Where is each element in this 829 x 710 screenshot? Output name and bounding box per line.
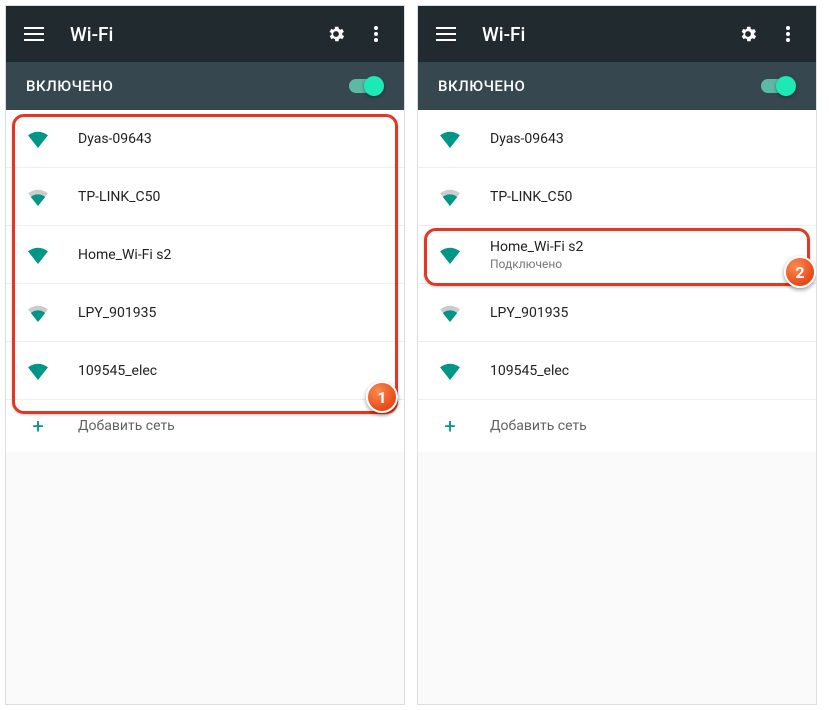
- add-network-label: Добавить сеть: [78, 418, 175, 434]
- wifi-signal-icon: [26, 130, 50, 148]
- network-name: 109545_elec: [490, 363, 569, 379]
- menu-icon[interactable]: [14, 14, 54, 54]
- network-item[interactable]: Dyas-09643: [418, 110, 816, 168]
- network-item[interactable]: 109545_elec: [418, 342, 816, 400]
- wifi-switch[interactable]: [760, 76, 796, 96]
- network-name: LPY_901935: [490, 305, 568, 321]
- add-network-item[interactable]: + Добавить сеть: [6, 400, 404, 452]
- more-icon[interactable]: [768, 14, 808, 54]
- network-name: TP-LINK_C50: [490, 189, 572, 205]
- wifi-signal-icon: [26, 246, 50, 264]
- plus-icon: +: [438, 414, 462, 438]
- wifi-switch[interactable]: [348, 76, 384, 96]
- appbar: Wi-Fi: [418, 6, 816, 62]
- network-list: Dyas-09643 TP-LINK_C50 Home_Wi-Fi s2 LPY…: [6, 110, 404, 452]
- network-status: Подключено: [490, 257, 583, 271]
- toggle-label: ВКЛЮЧЕНО: [26, 77, 348, 95]
- menu-icon[interactable]: [426, 14, 466, 54]
- appbar-title: Wi-Fi: [466, 23, 728, 46]
- network-item[interactable]: 109545_elec: [6, 342, 404, 400]
- gear-icon[interactable]: [728, 14, 768, 54]
- network-list: Dyas-09643 TP-LINK_C50 Home_Wi-Fi s2 Под…: [418, 110, 816, 452]
- wifi-signal-icon: [26, 188, 50, 206]
- more-icon[interactable]: [356, 14, 396, 54]
- appbar-title: Wi-Fi: [54, 23, 316, 46]
- network-item[interactable]: Dyas-09643: [6, 110, 404, 168]
- network-item[interactable]: TP-LINK_C50: [418, 168, 816, 226]
- wifi-signal-icon: [438, 362, 462, 380]
- wifi-signal-icon: [26, 304, 50, 322]
- network-name: Home_Wi-Fi s2: [78, 247, 171, 263]
- network-name: LPY_901935: [78, 305, 156, 321]
- wifi-toggle-row[interactable]: ВКЛЮЧЕНО: [6, 62, 404, 110]
- wifi-signal-icon: [438, 130, 462, 148]
- add-network-item[interactable]: + Добавить сеть: [418, 400, 816, 452]
- wifi-signal-icon: [26, 362, 50, 380]
- plus-icon: +: [26, 414, 50, 438]
- network-name: 109545_elec: [78, 363, 157, 379]
- gear-icon[interactable]: [316, 14, 356, 54]
- network-name: Dyas-09643: [78, 131, 152, 147]
- network-item[interactable]: TP-LINK_C50: [6, 168, 404, 226]
- wifi-signal-icon: [438, 304, 462, 322]
- network-item[interactable]: LPY_901935: [418, 284, 816, 342]
- appbar: Wi-Fi: [6, 6, 404, 62]
- screen-1: Wi-Fi ВКЛЮЧЕНО Dyas-09643 TP-LINK_C50: [5, 5, 405, 705]
- wifi-signal-icon: [438, 246, 462, 264]
- wifi-toggle-row[interactable]: ВКЛЮЧЕНО: [418, 62, 816, 110]
- network-name: TP-LINK_C50: [78, 189, 160, 205]
- network-item[interactable]: Home_Wi-Fi s2: [6, 226, 404, 284]
- toggle-label: ВКЛЮЧЕНО: [438, 77, 760, 95]
- add-network-label: Добавить сеть: [490, 418, 587, 434]
- network-item-connected[interactable]: Home_Wi-Fi s2 Подключено: [418, 226, 816, 284]
- screen-2: Wi-Fi ВКЛЮЧЕНО Dyas-09643 TP-LINK_C50: [417, 5, 817, 705]
- network-name: Dyas-09643: [490, 131, 564, 147]
- network-item[interactable]: LPY_901935: [6, 284, 404, 342]
- network-name: Home_Wi-Fi s2: [490, 239, 583, 255]
- wifi-signal-icon: [438, 188, 462, 206]
